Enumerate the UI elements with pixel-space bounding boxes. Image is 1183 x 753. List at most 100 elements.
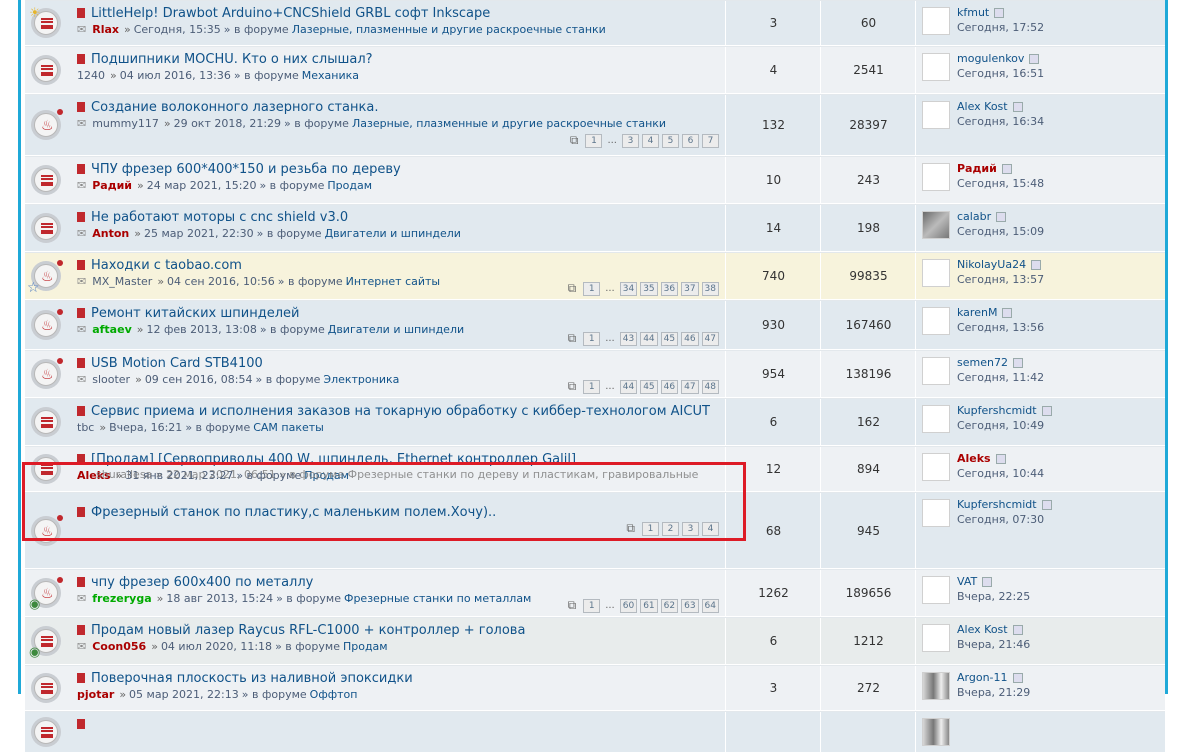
- avatar[interactable]: [922, 163, 950, 191]
- last-post-username[interactable]: Радий: [957, 162, 997, 175]
- page-button[interactable]: 35: [640, 281, 658, 296]
- new-post-marker-icon[interactable]: [77, 406, 85, 416]
- avatar[interactable]: [922, 576, 950, 604]
- last-post-username[interactable]: kfmut: [957, 6, 989, 19]
- avatar[interactable]: [922, 499, 950, 527]
- last-post-user[interactable]: Радий: [957, 162, 1012, 175]
- page-button[interactable]: 1: [583, 598, 601, 613]
- last-post-username[interactable]: Argon-11: [957, 671, 1008, 684]
- topic-author[interactable]: Rlax: [92, 23, 119, 36]
- page-button[interactable]: 63: [681, 598, 699, 613]
- topic-author[interactable]: Coon056: [92, 640, 146, 653]
- page-button[interactable]: 1: [583, 281, 601, 296]
- page-button[interactable]: 62: [660, 598, 679, 613]
- page-button[interactable]: 7: [702, 133, 719, 148]
- avatar[interactable]: [922, 101, 950, 129]
- goto-last-post-icon[interactable]: [1041, 500, 1052, 510]
- goto-last-post-icon[interactable]: [1029, 54, 1040, 64]
- page-button[interactable]: 61: [640, 598, 658, 613]
- page-button[interactable]: 5: [662, 133, 679, 148]
- new-post-marker-icon[interactable]: [77, 507, 85, 517]
- new-post-marker-icon[interactable]: [77, 308, 85, 318]
- last-post-user[interactable]: mogulenkov: [957, 52, 1040, 65]
- forum-link[interactable]: Электроника: [323, 373, 399, 386]
- last-post-username[interactable]: Alex Kost: [957, 623, 1008, 636]
- avatar[interactable]: [922, 307, 950, 335]
- last-post-user[interactable]: NikolayUa24: [957, 258, 1042, 271]
- last-post-user[interactable]: Alex Kost: [957, 623, 1023, 636]
- topic-title-link[interactable]: Ремонт китайских шпинделей: [91, 306, 299, 321]
- avatar[interactable]: [922, 405, 950, 433]
- topic-title-link[interactable]: Продам новый лазер Raycus RFL-C1000 + ко…: [91, 623, 525, 638]
- topic-title-link[interactable]: Подшипники MOCHU. Кто о них слышал?: [91, 52, 373, 67]
- forum-link[interactable]: Механика: [302, 69, 359, 82]
- page-button[interactable]: 36: [660, 281, 679, 296]
- page-button[interactable]: 46: [660, 379, 679, 394]
- avatar[interactable]: [922, 718, 950, 746]
- new-post-marker-icon[interactable]: [77, 625, 85, 635]
- goto-last-post-icon[interactable]: [1012, 625, 1023, 635]
- topic-author[interactable]: slooter: [92, 373, 130, 386]
- new-post-marker-icon[interactable]: [77, 673, 85, 683]
- new-post-marker-icon[interactable]: [77, 577, 85, 587]
- goto-last-post-icon[interactable]: [1012, 102, 1023, 112]
- last-post-username[interactable]: Aleks: [957, 452, 991, 465]
- last-post-username[interactable]: calabr: [957, 210, 991, 223]
- page-button[interactable]: 4: [642, 133, 659, 148]
- topic-author[interactable]: Радий: [92, 179, 132, 192]
- page-button[interactable]: 1: [642, 521, 659, 536]
- topic-title-link[interactable]: Поверочная плоскость из наливной эпоксид…: [91, 671, 413, 686]
- new-post-marker-icon[interactable]: [77, 454, 85, 464]
- last-post-user[interactable]: Kupfershcmidt: [957, 404, 1052, 417]
- goto-last-post-icon[interactable]: [1002, 308, 1013, 318]
- avatar[interactable]: [922, 624, 950, 652]
- page-button[interactable]: 47: [681, 379, 699, 394]
- page-button[interactable]: 48: [701, 379, 719, 394]
- forum-link[interactable]: Интернет сайты: [346, 275, 440, 288]
- forum-link[interactable]: Двигатели и шпиндели: [325, 227, 461, 240]
- goto-last-post-icon[interactable]: [1012, 673, 1023, 683]
- forum-link[interactable]: Продам: [327, 179, 372, 192]
- page-button[interactable]: 44: [640, 331, 658, 346]
- forum-link[interactable]: Продам: [343, 640, 388, 653]
- goto-last-post-icon[interactable]: [995, 454, 1006, 464]
- new-post-marker-icon[interactable]: [77, 8, 85, 18]
- avatar[interactable]: [922, 53, 950, 81]
- topic-title-link[interactable]: USB Motion Card STB4100: [91, 356, 263, 371]
- goto-last-post-icon[interactable]: [1031, 260, 1042, 270]
- avatar[interactable]: [922, 357, 950, 385]
- topic-author[interactable]: MX_Master: [92, 275, 152, 288]
- topic-author[interactable]: mummy117: [92, 117, 159, 130]
- forum-link[interactable]: Лазерные, плазменные и другие раскроечны…: [292, 23, 606, 36]
- last-post-username[interactable]: semen72: [957, 356, 1008, 369]
- page-button[interactable]: 6: [682, 133, 699, 148]
- goto-last-post-icon[interactable]: [994, 8, 1005, 18]
- new-post-marker-icon[interactable]: [77, 102, 85, 112]
- page-button[interactable]: 45: [660, 331, 679, 346]
- topic-author[interactable]: 1240: [77, 69, 105, 82]
- page-button[interactable]: 38: [701, 281, 719, 296]
- topic-author[interactable]: tbc: [77, 421, 94, 434]
- page-button[interactable]: 1: [583, 379, 601, 394]
- new-post-marker-icon[interactable]: [77, 164, 85, 174]
- page-button[interactable]: 44: [619, 379, 638, 394]
- page-button[interactable]: 34: [619, 281, 638, 296]
- page-button[interactable]: 4: [702, 521, 719, 536]
- topic-title-link[interactable]: Не работают моторы с cnc shield v3.0: [91, 210, 348, 225]
- avatar[interactable]: [922, 211, 950, 239]
- topic-author[interactable]: Anton: [92, 227, 129, 240]
- topic-title-link[interactable]: [Продам] [Сервоприводы 400 W, шпиндель, …: [91, 452, 576, 467]
- last-post-username[interactable]: Kupfershcmidt: [957, 498, 1037, 511]
- last-post-username[interactable]: karenM: [957, 306, 997, 319]
- avatar[interactable]: [922, 453, 950, 481]
- page-button[interactable]: 43: [619, 331, 638, 346]
- new-post-marker-icon[interactable]: [77, 260, 85, 270]
- last-post-user[interactable]: calabr: [957, 210, 1007, 223]
- last-post-user[interactable]: Kupfershcmidt: [957, 498, 1052, 511]
- last-post-username[interactable]: Kupfershcmidt: [957, 404, 1037, 417]
- goto-last-post-icon[interactable]: [1001, 164, 1012, 174]
- topic-title-link[interactable]: Сервис приема и исполнения заказов на то…: [91, 404, 710, 419]
- last-post-user[interactable]: VAT: [957, 575, 993, 588]
- forum-link[interactable]: Лазерные, плазменные и другие раскроечны…: [352, 117, 666, 130]
- page-button[interactable]: 60: [619, 598, 638, 613]
